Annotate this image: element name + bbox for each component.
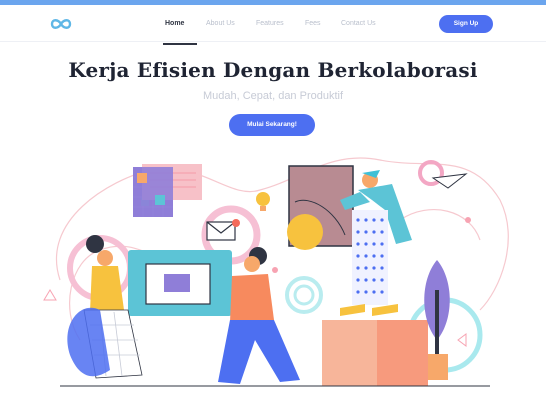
hero-title: Kerja Efisien Dengan Berkolaborasi: [68, 58, 478, 82]
navbar: Home About Us Features Fees Contact Us S…: [0, 5, 546, 45]
nav-link-fees[interactable]: Fees: [305, 20, 321, 27]
nav-link-home[interactable]: Home: [165, 20, 184, 27]
nav-active-underline: [163, 43, 197, 45]
nav-link-contact-us[interactable]: Contact Us: [341, 20, 376, 27]
nav-link-features[interactable]: Features: [256, 20, 284, 27]
nav-link-about-us[interactable]: About Us: [206, 20, 235, 27]
get-started-button[interactable]: Mulai Sekarang!: [229, 114, 315, 136]
infinity-logo-icon[interactable]: [49, 17, 73, 36]
sign-up-button[interactable]: Sign Up: [439, 15, 493, 33]
hero-subtitle: Mudah, Cepat, dan Produktif: [202, 90, 344, 102]
hero-illustration: [0, 140, 546, 402]
